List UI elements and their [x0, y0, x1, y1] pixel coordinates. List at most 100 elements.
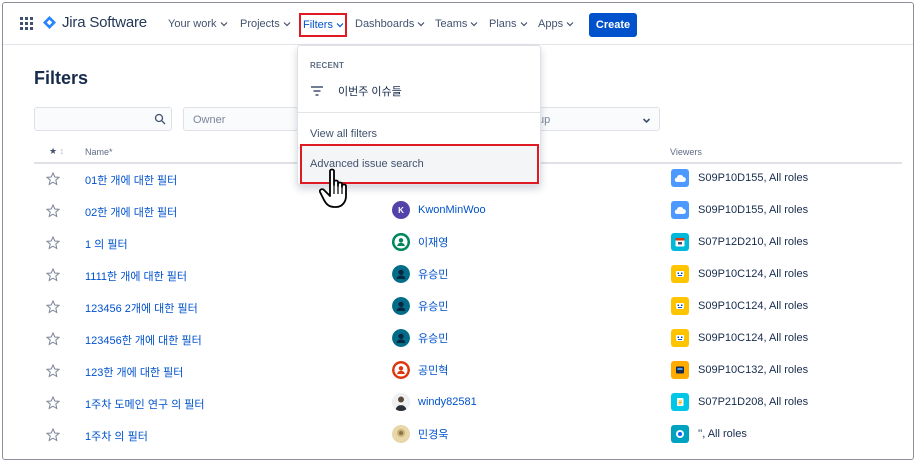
viewers-cell: S09P10C124, All roles — [671, 265, 808, 283]
nav-label: Your work — [168, 18, 217, 30]
person-avatar-icon — [392, 265, 410, 283]
nav-dashboards[interactable]: Dashboards — [355, 18, 425, 30]
hand-pointer-cursor-icon — [319, 168, 347, 208]
name-column-header[interactable]: Name* — [85, 147, 113, 157]
page-title: Filters — [34, 68, 89, 88]
nav-label: Filters — [303, 19, 333, 31]
star-icon[interactable] — [46, 364, 60, 378]
create-button[interactable]: Create — [589, 13, 637, 37]
owner-name[interactable]: 민경욱 — [418, 426, 448, 442]
nav-apps[interactable]: Apps — [538, 18, 574, 30]
app-window: Jira Software Your work Projects Filters… — [2, 2, 914, 460]
owner-name[interactable]: 유승민 — [418, 298, 448, 314]
viewers-cell: S09P10D155, All roles — [671, 169, 808, 187]
owner-cell: windy82581 — [392, 393, 477, 411]
owner-cell: 이재영 — [392, 233, 448, 251]
globe-project-icon — [671, 425, 689, 443]
table-row: 1주차 의 필터 민경욱 '', All roles — [34, 419, 902, 451]
search-icon — [154, 113, 166, 125]
owner-cell: 공민혁 — [392, 361, 448, 379]
cloud-icon — [671, 169, 689, 187]
viewer-text: S07P21D208, All roles — [698, 396, 809, 408]
filters-dropdown-menu: RECENT 이번주 이슈들 View all filters Advanced… — [297, 45, 541, 185]
table-row: 1주차 도메인 연구 의 필터 windy82581 S07P21D208, A… — [34, 387, 902, 419]
owner-name[interactable]: 유승민 — [418, 266, 448, 282]
owner-name[interactable]: 이재영 — [418, 234, 448, 250]
viewers-cell: S09P10D155, All roles — [671, 201, 808, 219]
filter-name-link[interactable]: 123한 개에 대한 필터 — [85, 364, 183, 380]
chevron-down-icon — [336, 23, 344, 28]
viewers-cell: S07P21D208, All roles — [671, 393, 808, 411]
filter-name-link[interactable]: 1 의 필터 — [85, 236, 128, 252]
star-icon[interactable] — [46, 236, 60, 250]
group-filter-select[interactable]: up — [538, 107, 660, 131]
avatar: K — [392, 201, 410, 219]
nav-your-work[interactable]: Your work — [168, 18, 228, 30]
table-row: 123456한 개에 대한 필터 유승민 S09P10C124, All rol… — [34, 323, 902, 355]
app-switcher-grid-icon[interactable] — [20, 17, 33, 30]
filter-name-link[interactable]: 1111한 개에 대한 필터 — [85, 268, 187, 284]
viewer-text: S09P10D155, All roles — [698, 172, 809, 184]
jira-logo[interactable]: Jira Software — [43, 14, 147, 31]
viewer-text: S07P12D210, All roles — [698, 236, 809, 248]
person-avatar-icon — [392, 329, 410, 347]
star-icon[interactable] — [46, 428, 60, 442]
table-row: 123456 2개에 대한 필터 유승민 S09P10C124, All rol… — [34, 291, 902, 323]
name-sort-indicator: * — [109, 147, 113, 157]
owner-name[interactable]: 유승민 — [418, 330, 448, 346]
nav-plans[interactable]: Plans — [489, 18, 528, 30]
chevron-down-icon — [470, 22, 478, 27]
viewer-text: S09P10C124, All roles — [698, 332, 809, 344]
search-input[interactable] — [34, 107, 172, 131]
owner-name[interactable]: 공민혁 — [418, 362, 448, 378]
viewer-text: S09P10C124, All roles — [698, 268, 809, 280]
owner-cell: 유승민 — [392, 329, 448, 347]
star-icon[interactable] — [46, 332, 60, 346]
filter-name-link[interactable]: 1주차 의 필터 — [85, 428, 148, 444]
filter-name-link[interactable]: 1주차 도메인 연구 의 필터 — [85, 396, 205, 412]
star-header-label: ★ — [49, 146, 58, 156]
nav-label: Projects — [240, 18, 280, 30]
chevron-down-icon — [642, 118, 651, 124]
star-icon[interactable] — [46, 268, 60, 282]
star-icon[interactable] — [46, 204, 60, 218]
dark-project-icon — [671, 361, 689, 379]
photo-avatar — [392, 425, 410, 443]
filter-name-link[interactable]: 02한 개에 대한 필터 — [85, 204, 177, 220]
owner-filter-input[interactable]: Owner — [183, 107, 298, 131]
nav-label: Apps — [538, 18, 564, 30]
filter-icon — [311, 86, 323, 96]
viewers-cell: S09P10C132, All roles — [671, 361, 808, 379]
owner-name[interactable]: KwonMinWoo — [418, 204, 486, 216]
star-column-header[interactable]: ★ ↕ — [49, 146, 64, 157]
viewers-column-header: Viewers — [670, 147, 702, 157]
recent-filter-item[interactable]: 이번주 이슈들 — [310, 83, 402, 99]
filter-name-link[interactable]: 01한 개에 대한 필터 — [85, 172, 177, 188]
nav-filters[interactable]: Filters — [299, 13, 347, 37]
star-icon[interactable] — [46, 396, 60, 410]
table-row: 02한 개에 대한 필터 K KwonMinWoo S09P10D155, Al… — [34, 195, 902, 227]
calendar-icon — [671, 233, 689, 251]
name-header-label: Name — [85, 147, 110, 157]
nav-projects[interactable]: Projects — [240, 18, 291, 30]
viewer-text: S09P10C132, All roles — [698, 364, 809, 376]
jira-diamond-icon — [43, 16, 56, 29]
star-icon[interactable] — [46, 300, 60, 314]
menu-divider — [298, 112, 540, 113]
filter-name-link[interactable]: 123456한 개에 대한 필터 — [85, 332, 202, 348]
cloud-icon — [671, 201, 689, 219]
view-all-filters-item[interactable]: View all filters — [310, 128, 377, 140]
top-navigation: Jira Software Your work Projects Filters… — [3, 3, 913, 45]
nav-label: Plans — [489, 18, 517, 30]
viewers-cell: S09P10C124, All roles — [671, 297, 808, 315]
owner-cell: 민경욱 — [392, 425, 448, 443]
filter-name-link[interactable]: 123456 2개에 대한 필터 — [85, 300, 198, 316]
yellow-project-icon — [671, 297, 689, 315]
owner-cell: 유승민 — [392, 297, 448, 315]
table-row: 1111한 개에 대한 필터 유승민 S09P10C124, All roles — [34, 259, 902, 291]
viewer-text: S09P10C124, All roles — [698, 300, 809, 312]
viewers-cell: S07P12D210, All roles — [671, 233, 808, 251]
owner-name[interactable]: windy82581 — [418, 396, 477, 408]
nav-teams[interactable]: Teams — [435, 18, 478, 30]
star-icon[interactable] — [46, 172, 60, 186]
